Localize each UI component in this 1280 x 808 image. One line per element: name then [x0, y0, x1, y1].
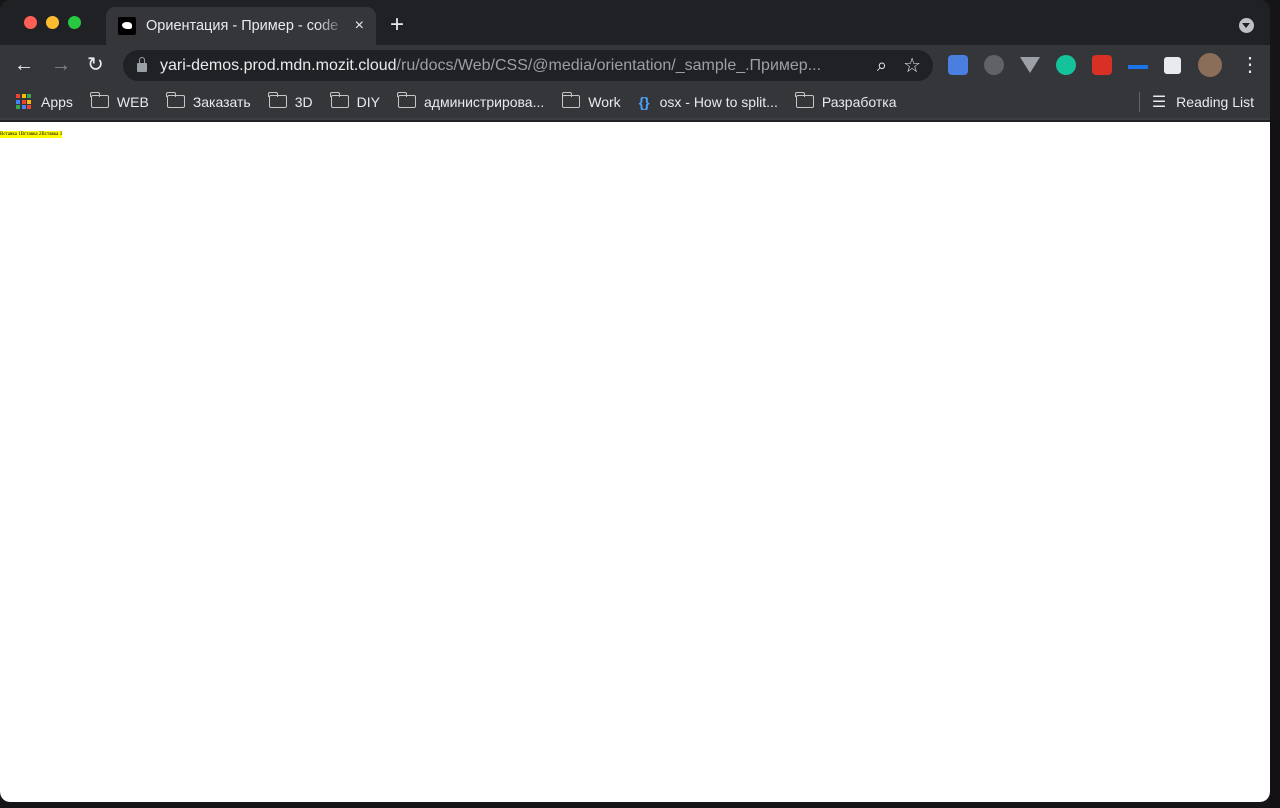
box-3: Вставка 3 — [41, 132, 63, 137]
reading-list-icon: ☰ — [1151, 93, 1167, 111]
tab-search-icon[interactable] — [1239, 18, 1254, 33]
reading-list-label: Reading List — [1176, 93, 1254, 110]
extensions-puzzle-icon[interactable] — [1164, 57, 1181, 74]
maximize-window-button[interactable] — [68, 16, 81, 29]
folder-icon — [268, 92, 287, 108]
bookmark-label: Заказать — [192, 93, 251, 110]
tab-close-icon[interactable]: × — [355, 17, 364, 35]
brackets-icon: {} — [638, 93, 650, 110]
reading-list-button[interactable]: ☰ Reading List — [1138, 91, 1254, 112]
tab-title: Ориентация - Пример - code — [146, 18, 339, 34]
gear-extension-icon[interactable] — [984, 55, 1004, 75]
divider — [1138, 91, 1140, 112]
lock-icon — [137, 57, 147, 72]
bookmark-folder-order[interactable]: Заказать — [166, 92, 251, 110]
back-button[interactable]: ← — [14, 53, 34, 77]
folder-icon — [561, 92, 581, 108]
zoom-icon[interactable]: ⌕ — [877, 55, 887, 76]
folder-icon — [166, 92, 185, 108]
url-path: /ru/docs/Web/CSS/@media/orientation/_sam… — [396, 56, 822, 74]
folder-icon — [330, 92, 349, 108]
forward-button[interactable]: → — [51, 53, 71, 77]
page-content: Вставка 1Вставка 2Вставка 3 — [0, 122, 1270, 802]
chrome-menu-icon[interactable]: ⋮ — [1240, 53, 1260, 77]
vue-devtools-icon[interactable] — [1020, 57, 1040, 73]
folder-icon — [90, 92, 109, 108]
tab-bar: Ориентация - Пример - code × + — [0, 0, 1270, 45]
close-window-button[interactable] — [24, 16, 37, 29]
bookmark-star-icon[interactable]: ☆ — [903, 53, 921, 78]
acrobat-icon[interactable] — [1128, 55, 1148, 69]
bookmark-label: osx - How to split... — [659, 93, 778, 110]
boxes-container: Вставка 1Вставка 2Вставка 3 — [0, 131, 63, 138]
box-1: Вставка 1 — [0, 132, 21, 137]
browser-window: Ориентация - Пример - code × + ← → ↻ yar… — [0, 0, 1270, 802]
bookmarks-bar: Apps WEB Заказать 3D DIY администрирова.… — [0, 85, 1270, 120]
bookmark-folder-diy[interactable]: DIY — [330, 92, 380, 110]
background-window-edge — [1270, 120, 1280, 808]
google-translate-icon[interactable] — [948, 55, 968, 75]
bookmark-osx-split[interactable]: {} osx - How to split... — [639, 94, 778, 110]
apps-grid-icon — [16, 94, 31, 109]
bookmark-folder-3d[interactable]: 3D — [268, 92, 313, 110]
avatar[interactable] — [1198, 53, 1222, 77]
new-tab-button[interactable]: + — [390, 11, 404, 39]
tab-active[interactable]: Ориентация - Пример - code × — [106, 7, 376, 45]
bookmark-label: Apps — [41, 93, 73, 110]
bookmark-label: Work — [588, 93, 621, 110]
bookmark-apps[interactable]: Apps — [16, 94, 73, 110]
bookmark-folder-work[interactable]: Work — [561, 92, 621, 110]
bookmark-folder-web[interactable]: WEB — [90, 92, 149, 110]
bookmark-folder-admin[interactable]: администрирова... — [397, 92, 545, 110]
minimize-window-button[interactable] — [46, 16, 59, 29]
folder-icon — [795, 92, 814, 108]
toolbar: ← → ↻ yari-demos.prod.mdn.mozit.cloud/ru… — [0, 45, 1270, 85]
bookmark-label: Разработка — [821, 93, 897, 110]
bookmark-label: WEB — [116, 93, 149, 110]
address-bar[interactable]: yari-demos.prod.mdn.mozit.cloud/ru/docs/… — [123, 50, 933, 81]
bookmark-label: 3D — [294, 93, 313, 110]
url-host: yari-demos.prod.mdn.mozit.cloud — [160, 56, 397, 74]
bookmark-label: DIY — [356, 93, 380, 110]
bookmark-folder-dev[interactable]: Разработка — [795, 92, 897, 110]
folder-icon — [397, 92, 416, 108]
grammarly-icon[interactable] — [1056, 55, 1076, 75]
mdn-favicon-icon — [118, 17, 136, 35]
office-extension-icon[interactable] — [1092, 55, 1112, 75]
box-2: Вставка 2 — [20, 132, 42, 137]
bookmark-label: администрирова... — [423, 93, 545, 110]
reload-button[interactable]: ↻ — [87, 53, 104, 77]
